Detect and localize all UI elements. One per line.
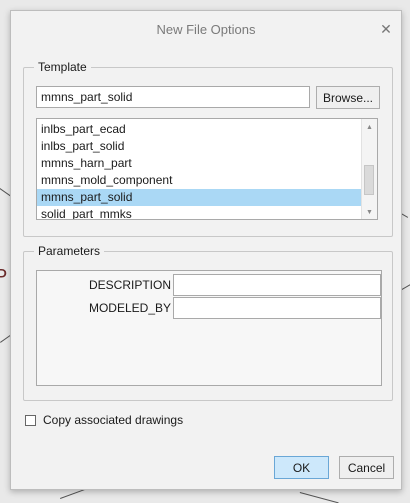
scroll-thumb[interactable] [364,165,374,195]
scroll-up-icon[interactable]: ▲ [362,120,377,134]
parameters-group: Parameters DESCRIPTION MODELED_BY [23,244,393,401]
browse-button[interactable]: Browse... [316,86,380,109]
parameter-value-description[interactable] [173,274,381,296]
parameters-legend: Parameters [34,244,105,258]
template-legend: Template [34,60,91,74]
dialog-title: New File Options [156,21,256,37]
template-list-item[interactable]: inlbs_part_solid [37,138,363,155]
template-list-scrollbar[interactable]: ▲ ▼ [361,119,377,219]
ok-button[interactable]: OK [274,456,329,479]
close-icon[interactable]: ✕ [377,20,395,38]
dialog-titlebar[interactable]: New File Options ✕ [11,11,401,47]
cancel-button[interactable]: Cancel [339,456,394,479]
template-list-item[interactable]: mmns_mold_component [37,172,363,189]
template-list-items: inlbs_part_ecad inlbs_part_solid mmns_harn… [37,121,363,219]
parameter-label-modeled-by: MODELED_BY [88,301,171,315]
parameter-label-description: DESCRIPTION [88,278,171,292]
template-list-item[interactable]: inlbs_part_ecad [37,121,363,138]
scroll-down-icon[interactable]: ▼ [362,205,377,219]
template-group: Template Browse... inlbs_part_ecadinlbs_… [23,60,393,237]
copy-drawings-row[interactable]: Copy associated drawings [25,413,183,427]
parameter-value-modeled-by[interactable] [173,297,381,319]
background-sketch-line [299,492,339,503]
template-list-item[interactable]: mmns_harn_part [37,155,363,172]
new-file-options-dialog: New File Options ✕ Template Browse... in… [10,10,402,490]
template-list[interactable]: inlbs_part_ecad inlbs_part_solid mmns_harn… [36,118,378,220]
template-input[interactable] [36,86,310,108]
copy-drawings-label: Copy associated drawings [43,413,184,427]
background-partial-text: P [0,266,8,288]
parameters-table: DESCRIPTION MODELED_BY [36,270,382,386]
template-list-item[interactable]: solid_part_mmks [37,206,363,219]
copy-drawings-checkbox[interactable] [25,414,36,426]
template-list-item[interactable]: mmns_part_solid [37,189,363,206]
